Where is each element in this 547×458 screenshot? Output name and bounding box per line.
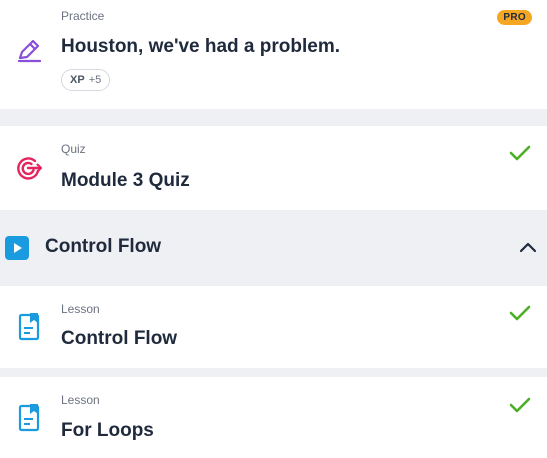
xp-label: XP (70, 74, 85, 86)
pencil-icon (15, 36, 43, 69)
pro-badge: PRO (497, 10, 532, 25)
item-kicker: Practice (61, 9, 105, 23)
item-kicker: Quiz (61, 142, 86, 156)
item-title[interactable]: For Loops (61, 420, 154, 442)
play-icon (5, 236, 29, 265)
section-title: Control Flow (45, 236, 162, 257)
check-icon (509, 396, 531, 419)
target-icon (15, 154, 43, 187)
item-kicker: Lesson (61, 393, 100, 407)
check-icon (509, 304, 531, 327)
item-kicker: Lesson (61, 302, 100, 316)
item-title[interactable]: Module 3 Quiz (61, 170, 190, 192)
practice-card[interactable]: Practice PRO Houston, we've had a proble… (0, 0, 547, 109)
lesson-document-icon (18, 404, 42, 437)
lesson-document-icon (18, 313, 42, 346)
xp-value: +5 (88, 74, 102, 86)
item-title[interactable]: Control Flow (61, 328, 177, 350)
lesson-card[interactable]: Lesson For Loops (0, 377, 547, 458)
chevron-up-icon[interactable] (519, 240, 537, 258)
item-title[interactable]: Houston, we've had a problem. (61, 36, 340, 58)
lesson-card[interactable]: Lesson Control Flow (0, 286, 547, 368)
quiz-card[interactable]: Quiz Module 3 Quiz (0, 126, 547, 210)
xp-badge: XP +5 (61, 69, 111, 91)
check-icon (509, 144, 531, 167)
section-header[interactable]: Control Flow (0, 210, 547, 286)
